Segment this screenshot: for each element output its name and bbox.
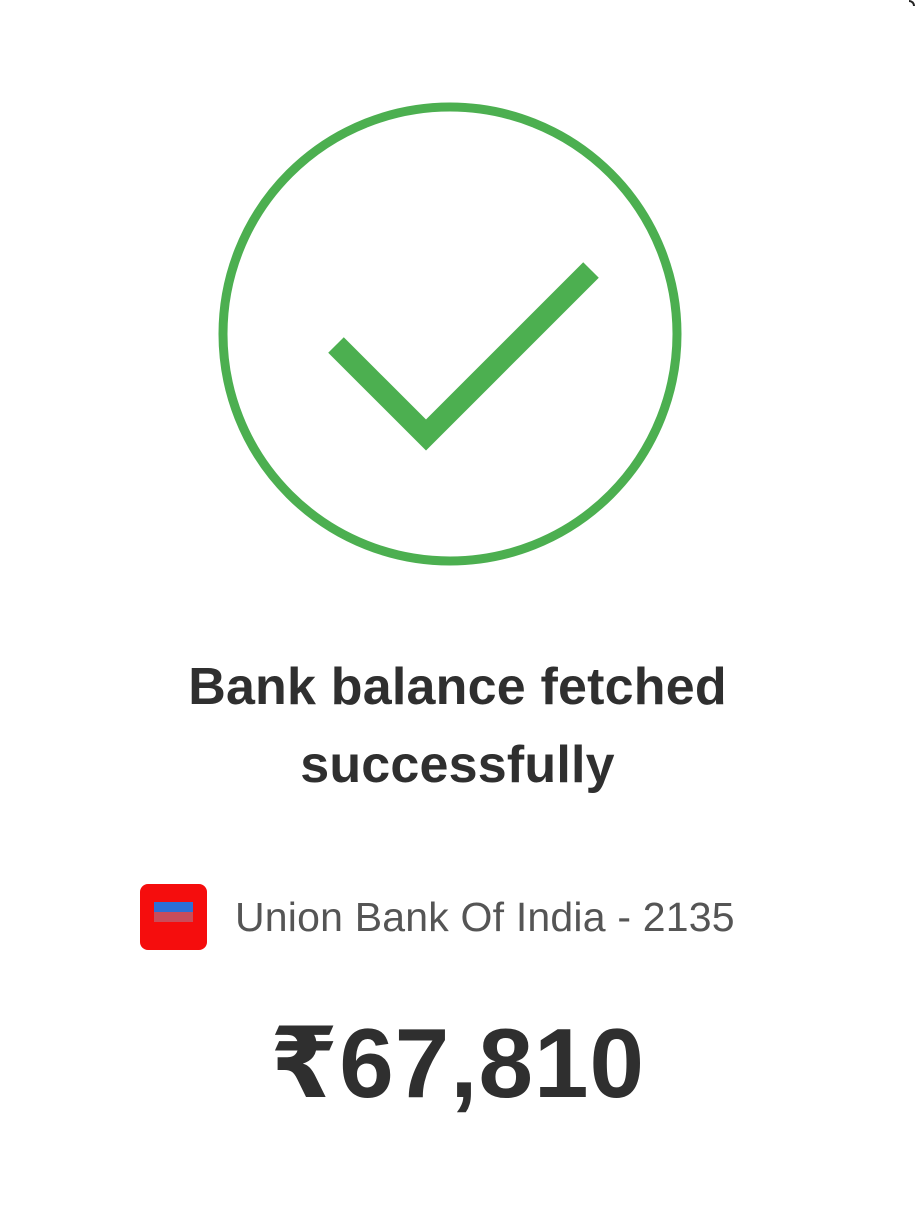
balance-amount: ₹67,810	[270, 1008, 645, 1118]
bank-logo-stripe-top	[154, 902, 193, 912]
bank-logo-stripe-bottom	[154, 912, 193, 922]
status-title: Bank balance fetched successfully	[188, 658, 727, 794]
check-circle-icon	[218, 102, 682, 566]
corner-edge-icon	[909, 0, 915, 6]
bank-logo-icon	[140, 884, 207, 950]
bank-account-row: Union Bank Of India - 2135	[140, 883, 735, 951]
bank-account-label: Union Bank Of India - 2135	[235, 893, 735, 940]
balance-result-card: Bank balance fetched successfully Union …	[0, 0, 915, 1215]
